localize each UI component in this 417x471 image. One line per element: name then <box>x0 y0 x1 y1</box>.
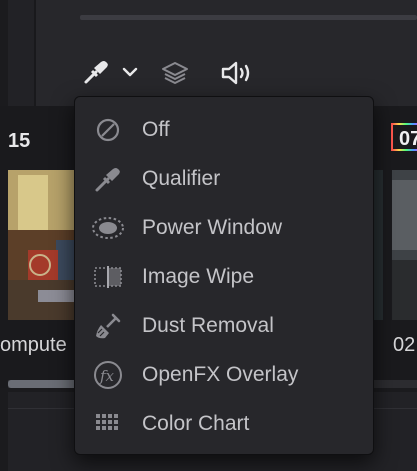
menu-item-label: Off <box>142 118 170 141</box>
fx-icon: fx <box>91 358 125 392</box>
menu-item-label: OpenFX Overlay <box>142 363 299 386</box>
menu-item-off[interactable]: Off <box>75 110 373 150</box>
off-circle-slash-icon <box>91 113 125 147</box>
clip-name-left: ompute <box>0 334 67 356</box>
menu-item-label: Image Wipe <box>142 265 255 288</box>
clip-number-right-badge: 07 <box>391 123 417 151</box>
viewer-overlay-menu: Off Qualifier Power Window Image Wipe Du… <box>74 96 374 455</box>
clip-name-right: 02 <box>393 334 416 356</box>
color-chart-grid-icon <box>91 407 125 441</box>
clip-thumbnail-left[interactable] <box>8 170 80 320</box>
menu-item-color-chart[interactable]: Color Chart <box>75 404 373 444</box>
brush-icon <box>91 309 125 343</box>
speaker-icon[interactable] <box>218 58 256 88</box>
timeline-scrubber[interactable] <box>80 15 417 20</box>
clip-number-left: 15 <box>8 130 31 152</box>
menu-item-label: Qualifier <box>142 167 221 190</box>
layers-icon[interactable] <box>158 56 192 90</box>
menu-item-dust-removal[interactable]: Dust Removal <box>75 306 373 346</box>
header-divider <box>34 0 36 106</box>
menu-item-image-wipe[interactable]: Image Wipe <box>75 257 373 297</box>
menu-item-openfx-overlay[interactable]: fx OpenFX Overlay <box>75 355 373 395</box>
header-left-panel <box>8 0 34 106</box>
menu-item-power-window[interactable]: Power Window <box>75 208 373 248</box>
menu-item-label: Power Window <box>142 216 283 239</box>
svg-text:fx: fx <box>99 367 115 385</box>
menu-item-qualifier[interactable]: Qualifier <box>75 159 373 199</box>
eyedropper-icon[interactable] <box>80 56 112 88</box>
image-wipe-icon <box>91 260 125 294</box>
clip-thumbnail-right[interactable] <box>392 170 417 320</box>
power-window-icon <box>91 211 125 245</box>
viewer-overlay-panel: 15 07 ompute 02 <box>0 0 417 471</box>
menu-item-label: Dust Removal <box>142 314 274 337</box>
chevron-down-icon[interactable] <box>120 62 140 82</box>
eyedropper-icon <box>91 162 125 196</box>
menu-item-label: Color Chart <box>142 412 250 435</box>
